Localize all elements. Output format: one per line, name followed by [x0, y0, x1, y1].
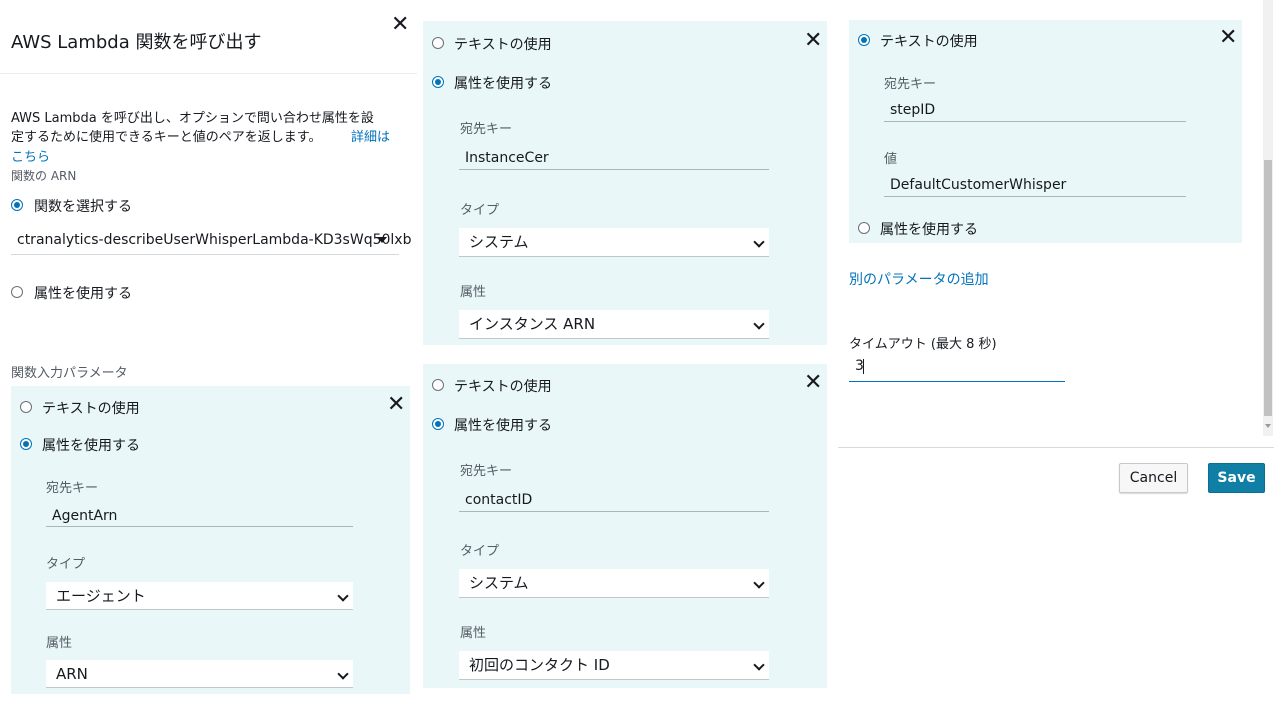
use-text-label: テキストの使用: [454, 379, 552, 395]
chevron-down-icon: [753, 577, 765, 589]
chevron-down-icon: [337, 590, 349, 602]
chevron-down-icon: [337, 668, 349, 680]
value-field[interactable]: DefaultCustomerWhisper: [884, 175, 1186, 197]
select-function-label: 関数を選択する: [34, 199, 132, 215]
use-attribute-radio[interactable]: [20, 438, 32, 450]
attribute-select-value: インスタンス ARN: [469, 315, 596, 333]
type-select-value: システム: [469, 574, 529, 592]
attribute-label: 属性: [460, 285, 487, 300]
close-icon[interactable]: ✕: [391, 14, 409, 36]
close-icon[interactable]: ✕: [804, 372, 822, 394]
add-parameter-link[interactable]: 別のパラメータの追加: [849, 269, 989, 289]
type-select[interactable]: システム: [459, 569, 769, 598]
type-label: タイプ: [460, 544, 500, 559]
description-line-1: AWS Lambda を呼び出し、オプションで問い合わせ属性を設: [11, 111, 374, 126]
dest-key-label: 宛先キー: [460, 122, 513, 137]
footer-divider: [838, 447, 1274, 448]
close-icon[interactable]: ✕: [804, 30, 822, 52]
use-text-label: テキストの使用: [454, 37, 552, 53]
chevron-down-icon: [753, 236, 765, 248]
attribute-label: 属性: [460, 626, 487, 641]
use-text-radio[interactable]: [432, 379, 444, 391]
use-text-radio[interactable]: [20, 401, 32, 413]
attribute-select[interactable]: インスタンス ARN: [459, 310, 769, 339]
text-cursor: [863, 359, 864, 374]
use-attribute-label: 属性を使用する: [454, 76, 552, 92]
attribute-label: 属性: [46, 636, 73, 651]
use-attribute-label: 属性を使用する: [880, 222, 978, 238]
type-select[interactable]: システム: [459, 228, 769, 257]
attribute-select-value: 初回のコンタクト ID: [469, 656, 610, 674]
function-arn-label: 関数の ARN: [11, 169, 77, 183]
type-label: タイプ: [460, 203, 500, 218]
use-attribute-radio[interactable]: [432, 418, 444, 430]
close-icon[interactable]: ✕: [1219, 27, 1237, 49]
use-text-label: テキストの使用: [880, 34, 978, 50]
function-select-value: ctranalytics-describeUserWhisperLambda-K…: [17, 232, 412, 248]
chevron-down-icon: [753, 659, 765, 671]
description-line-2: 定するために使用できるキーと値のペアを返します。: [11, 130, 322, 145]
chevron-down-icon: [753, 318, 765, 330]
use-attribute-radio[interactable]: [858, 222, 870, 234]
use-attribute-label: 属性を使用する: [34, 286, 132, 302]
attribute-select[interactable]: 初回のコンタクト ID: [459, 651, 769, 680]
dest-key-field[interactable]: contactID: [459, 490, 769, 512]
save-button[interactable]: Save: [1208, 463, 1265, 493]
cancel-button[interactable]: Cancel: [1119, 463, 1188, 493]
type-select-value: エージェント: [56, 587, 146, 605]
dest-key-label: 宛先キー: [460, 464, 513, 479]
param-panel-2: テキストの使用 ✕ 属性を使用する 宛先キー InstanceCer タイプ シ…: [423, 21, 827, 345]
timeout-input[interactable]: 3: [849, 356, 1065, 382]
dest-key-field[interactable]: AgentArn: [46, 506, 353, 527]
learn-more-link-cont[interactable]: こちら: [11, 146, 50, 165]
function-select[interactable]: ctranalytics-describeUserWhisperLambda-K…: [11, 227, 411, 255]
type-label: タイプ: [46, 557, 86, 572]
scroll-down-arrow-icon[interactable]: [1265, 424, 1271, 428]
close-icon[interactable]: ✕: [387, 394, 405, 416]
param-panel-4: テキストの使用 ✕ 宛先キー stepID 値 DefaultCustomerW…: [849, 20, 1242, 243]
attribute-select-value: ARN: [56, 665, 88, 683]
dest-key-field[interactable]: stepID: [884, 100, 1186, 122]
timeout-label: タイムアウト (最大 8 秒): [849, 337, 997, 352]
scrollbar-thumb[interactable]: [1264, 160, 1272, 416]
value-label: 値: [884, 152, 898, 167]
use-attribute-label: 属性を使用する: [454, 418, 552, 434]
scrollbar-track[interactable]: [1263, 0, 1273, 436]
input-params-label: 関数入力パラメータ: [11, 366, 128, 381]
type-select-value: システム: [469, 233, 529, 251]
type-select[interactable]: エージェント: [46, 582, 353, 610]
attribute-select[interactable]: ARN: [46, 660, 353, 688]
drawer-title: AWS Lambda 関数を呼び出す: [11, 32, 262, 53]
use-attribute-radio[interactable]: [11, 286, 23, 298]
caret-down-icon: [377, 237, 387, 243]
use-text-radio[interactable]: [432, 37, 444, 49]
use-attribute-label: 属性を使用する: [42, 438, 140, 454]
dest-key-label: 宛先キー: [884, 77, 937, 92]
param-panel-3: テキストの使用 ✕ 属性を使用する 宛先キー contactID タイプ システ…: [423, 364, 827, 688]
header-divider: [0, 73, 417, 74]
use-text-radio[interactable]: [858, 34, 870, 46]
dest-key-field[interactable]: InstanceCer: [459, 148, 769, 170]
param-panel-1: テキストの使用 ✕ 属性を使用する 宛先キー AgentArn タイプ エージェ…: [11, 386, 410, 694]
use-text-label: テキストの使用: [42, 401, 140, 417]
learn-more-link[interactable]: 詳細は: [351, 126, 390, 145]
select-function-radio[interactable]: [11, 199, 23, 211]
use-attribute-radio[interactable]: [432, 76, 444, 88]
dest-key-label: 宛先キー: [46, 481, 99, 496]
